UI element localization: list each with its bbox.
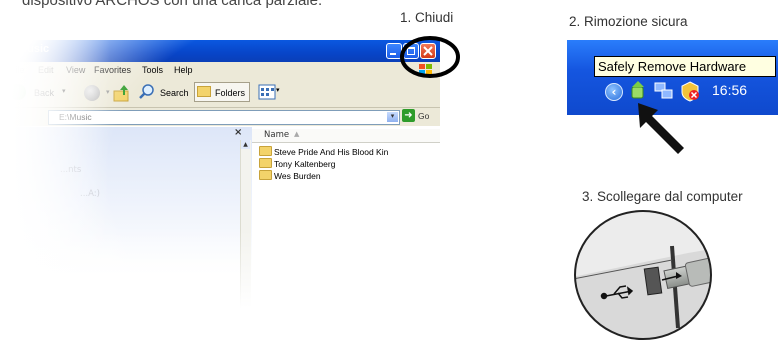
menu-help[interactable]: Help (174, 65, 193, 75)
name-column-label: Name (264, 130, 290, 140)
step-safe-remove-label: 2. Rimozione sicura (569, 14, 688, 29)
address-value: E:\Music (59, 112, 92, 122)
views-button[interactable]: ▾ (258, 83, 282, 101)
views-dropdown-icon: ▾ (276, 87, 280, 94)
name-column-header[interactable]: Name ▲ (252, 129, 440, 143)
back-icon (10, 84, 26, 100)
folder-icon (259, 146, 272, 156)
search-button[interactable]: Search (138, 82, 190, 102)
pointer-arrow (638, 103, 684, 154)
alert-icon[interactable] (679, 80, 701, 102)
go-arrow-icon: ➜ (402, 109, 415, 122)
back-dropdown-icon: ▾ (62, 88, 66, 95)
faded-tree-item: ...A:) (80, 189, 100, 199)
menu-file[interactable]: File (10, 65, 25, 75)
folders-pane-scrollbar[interactable]: ▲ (240, 140, 251, 320)
window-title: Music (18, 43, 50, 55)
menu-favorites[interactable]: Favorites (94, 65, 131, 75)
folder-icon (259, 158, 272, 168)
forward-dropdown-icon[interactable]: ▾ (106, 88, 110, 96)
usb-unplug-illustration (574, 210, 712, 340)
folders-label: Folders (215, 88, 246, 98)
folder-name: Steve Pride And His Blood Kin (274, 147, 389, 157)
forward-icon[interactable] (84, 85, 100, 101)
address-bar: E:\Music ▾ ➜ Go (0, 108, 440, 126)
music-folder-icon (2, 44, 15, 57)
go-button[interactable]: ➜ Go (402, 109, 438, 124)
intro-text: dispositivo ARCHOS con una carica parzia… (22, 0, 323, 9)
tray-clock[interactable]: 16:56 (712, 82, 747, 98)
scroll-up-icon[interactable]: ▲ (241, 140, 250, 149)
address-field[interactable]: E:\Music ▾ (48, 110, 400, 125)
back-label: Back (34, 88, 55, 98)
faded-tree-item: ...nts (60, 165, 82, 175)
folder-name: Wes Burden (274, 171, 321, 181)
menu-tools[interactable]: Tools (142, 65, 163, 75)
folders-icon (197, 86, 211, 97)
toolbar: Back ▾ ▾ Search Folders ▾ (0, 79, 440, 108)
address-dropdown-icon[interactable]: ▾ (387, 112, 398, 122)
sort-ascending-icon: ▲ (294, 130, 300, 138)
folder-item[interactable]: Tony Kaltenberg (259, 158, 335, 169)
folder-item[interactable]: Wes Burden (259, 170, 321, 181)
search-icon (139, 84, 154, 99)
folder-name: Tony Kaltenberg (274, 159, 336, 169)
menu-bar: File Edit View Favorites Tools Help (0, 62, 440, 79)
search-label: Search (160, 88, 189, 98)
folders-pane: × ...nts ...A:) (0, 127, 252, 330)
menu-view[interactable]: View (66, 65, 85, 75)
up-folder-icon[interactable] (112, 83, 132, 103)
network-icon[interactable] (653, 81, 675, 101)
close-highlight-circle (400, 36, 460, 78)
step-unplug-label: 3. Scollegare dal computer (582, 189, 743, 204)
menu-edit[interactable]: Edit (38, 65, 54, 75)
views-icon (258, 84, 276, 100)
safely-remove-hardware-tooltip: Safely Remove Hardware (594, 56, 776, 77)
chevron-left-icon[interactable]: ‹ (605, 83, 623, 101)
go-label: Go (418, 111, 430, 121)
explorer-window: Music File Edit View Favorites Tools Hel… (0, 40, 440, 330)
safely-remove-hardware-icon[interactable] (629, 81, 647, 101)
step-close-label: 1. Chiudi (400, 10, 454, 25)
close-pane-button[interactable]: × (234, 127, 242, 138)
folder-icon (259, 170, 272, 180)
title-bar[interactable]: Music (0, 40, 440, 62)
folders-button[interactable]: Folders (194, 82, 250, 102)
folder-item[interactable]: Steve Pride And His Blood Kin (259, 146, 388, 157)
minimize-icon (390, 53, 396, 55)
